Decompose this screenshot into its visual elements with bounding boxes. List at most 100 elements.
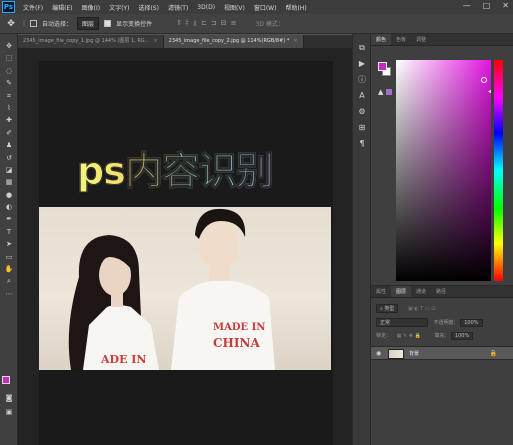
right-panels: 颜色 色板 调整 ▲ ◂ 属性 图层 通道 路径 ⌕ 类型 ▣ ◐ T ▭ ⊡ …: [370, 34, 513, 445]
brush-icon[interactable]: ✐: [0, 127, 18, 139]
align-icons: ⫪ ⫩ ⫫ ⊏ ⊐ ⊟ ≡: [177, 19, 236, 28]
tab-swatches[interactable]: 色板: [391, 34, 411, 45]
hue-slider-arrow-icon[interactable]: ◂: [488, 88, 491, 95]
menu-window[interactable]: 窗口(W): [254, 3, 277, 12]
color-picker-field[interactable]: [396, 60, 491, 281]
auto-select-checkbox[interactable]: [30, 20, 38, 27]
maximize-button[interactable]: □: [483, 1, 491, 10]
blur-icon[interactable]: ●: [0, 189, 18, 201]
photo-image: ADE IN MADE IN CHINA: [39, 207, 331, 370]
minimize-button[interactable]: —: [463, 1, 471, 10]
screen-mode-icon[interactable]: ▣: [0, 406, 18, 418]
adjust-panel-icon[interactable]: ⊞: [353, 120, 371, 136]
tab-close-icon[interactable]: ×: [153, 38, 157, 44]
lock-row: 锁定： ▦ ✎ ✥ 🔒 填充： 100%: [376, 332, 474, 340]
pen-icon[interactable]: ✒: [0, 213, 18, 225]
dodge-icon[interactable]: ◐: [0, 201, 18, 213]
layer-filter-select[interactable]: ⌕ 类型: [376, 304, 399, 313]
history-brush-icon[interactable]: ↺: [0, 152, 18, 164]
options-bar: ✥ | 自动选择： 图层 显示变换控件 ⫪ ⫩ ⫫ ⊏ ⊐ ⊟ ≡ 3D 模式：: [0, 14, 513, 34]
history-panel-icon[interactable]: ⧉: [353, 40, 371, 56]
marquee-icon[interactable]: ⬚: [0, 52, 18, 64]
foreground-color-swatch[interactable]: [2, 376, 10, 384]
info-panel-icon[interactable]: ⓘ: [353, 72, 371, 88]
tab-paths[interactable]: 路径: [431, 286, 451, 297]
menu-3d[interactable]: 3D(D): [197, 4, 215, 11]
actions-play-icon[interactable]: ▶: [353, 56, 371, 72]
menu-select[interactable]: 选择(S): [138, 3, 159, 12]
blend-mode-select[interactable]: 正常: [376, 318, 428, 327]
gradient-icon[interactable]: ▦: [0, 176, 18, 188]
layer-name: 背景: [409, 351, 420, 357]
gamut-swatch[interactable]: [386, 89, 392, 95]
layer-thumbnail: [388, 349, 404, 359]
distribute-icon[interactable]: ⊟: [221, 19, 227, 28]
menu-image[interactable]: 图像(I): [82, 3, 100, 12]
path-select-icon[interactable]: ➤: [0, 238, 18, 250]
align-center-icon[interactable]: ⊐: [211, 19, 217, 28]
menu-help[interactable]: 帮助(H): [285, 3, 306, 12]
canvas-area[interactable]: ADE IN MADE IN CHINA ps内容识别: [18, 48, 370, 445]
align-top-icon[interactable]: ⫪: [177, 19, 181, 28]
layers-panel-tabs: 属性 图层 通道 路径: [371, 286, 513, 298]
character-panel-icon[interactable]: A: [353, 88, 371, 104]
quick-select-icon[interactable]: ✎: [0, 77, 18, 89]
tab-color[interactable]: 颜色: [371, 34, 392, 45]
tab-adjustments[interactable]: 调整: [411, 34, 431, 45]
close-button[interactable]: ✕: [502, 1, 509, 10]
align-bottom-icon[interactable]: ⫫: [193, 19, 197, 28]
photoshop-logo: Ps: [2, 1, 15, 13]
healing-icon[interactable]: ✚: [0, 114, 18, 126]
fill-input[interactable]: 100%: [450, 332, 474, 340]
align-left-icon[interactable]: ⊏: [201, 19, 207, 28]
move-icon[interactable]: ✥: [0, 40, 18, 52]
photo-illustration: ADE IN MADE IN CHINA: [68, 208, 275, 370]
hue-slider[interactable]: [494, 60, 503, 281]
dock-column: ⧉ ▶ ⓘ A ⚙ ⊞ ¶: [352, 34, 370, 445]
menu-file[interactable]: 文件(F): [23, 3, 43, 12]
tab-document-1[interactable]: 2345_image_file_copy_1.jpg @ 144% (图层 1,…: [18, 35, 164, 48]
eye-icon[interactable]: ◉: [376, 350, 381, 357]
type-icon[interactable]: T: [0, 226, 18, 238]
layer-filter-row: ⌕ 类型 ▣ ◐ T ▭ ⊡: [376, 304, 435, 313]
shape-icon[interactable]: ▭: [0, 251, 18, 263]
document-tabs: 2345_image_file_copy_1.jpg @ 144% (图层 1,…: [18, 35, 370, 48]
tab-channels[interactable]: 通道: [411, 286, 431, 297]
menu-view[interactable]: 视图(V): [224, 3, 245, 12]
menu-filter[interactable]: 滤镜(T): [168, 3, 188, 12]
tab-close-icon[interactable]: ×: [293, 38, 297, 44]
distribute-h-icon[interactable]: ≡: [231, 19, 237, 28]
color-picker-marker[interactable]: [481, 77, 487, 83]
lasso-icon[interactable]: ◌: [0, 65, 18, 77]
tab-document-2[interactable]: 2345_image_file_copy_2.jpg @ 114%(RGB/8#…: [163, 35, 304, 48]
layer-background[interactable]: ◉ 背景 🔒: [371, 346, 513, 360]
properties-panel-icon[interactable]: ⚙: [353, 104, 371, 120]
move-tool-icon[interactable]: ✥: [4, 17, 18, 31]
menu-type[interactable]: 文字(Y): [109, 3, 129, 12]
stamp-icon[interactable]: ♟: [0, 139, 18, 151]
mode-3d-label: 3D 模式：: [255, 21, 284, 28]
tab-properties[interactable]: 属性: [371, 286, 391, 297]
svg-text:MADE IN: MADE IN: [213, 322, 265, 333]
menu-edit[interactable]: 编辑(E): [52, 3, 72, 12]
overlay-title: ps内容识别: [77, 149, 275, 194]
eraser-icon[interactable]: ◪: [0, 164, 18, 176]
panel-foreground-swatch[interactable]: [378, 62, 387, 71]
auto-select-dropdown[interactable]: 图层: [77, 17, 100, 30]
align-middle-icon[interactable]: ⫩: [185, 19, 189, 28]
tab-layers[interactable]: 图层: [391, 286, 412, 297]
auto-select-label: 自动选择：: [42, 21, 73, 28]
opacity-input[interactable]: 100%: [460, 319, 483, 327]
show-transform-label: 显示变换控件: [116, 21, 153, 28]
paragraph-panel-icon[interactable]: ¶: [353, 136, 371, 152]
more-tools-icon[interactable]: ⋯: [0, 288, 18, 300]
eyedropper-icon[interactable]: ⌇: [0, 102, 18, 114]
crop-icon[interactable]: ⌗: [0, 90, 18, 102]
lock-icons[interactable]: ▦ ✎ ✥ 🔒: [397, 333, 421, 339]
hand-icon[interactable]: ✋: [0, 263, 18, 275]
layers-panel: 属性 图层 通道 路径 ⌕ 类型 ▣ ◐ T ▭ ⊡ 正常 不透明度： 100%…: [371, 285, 513, 445]
show-transform-checkbox[interactable]: [104, 20, 112, 27]
filter-icons[interactable]: ▣ ◐ T ▭ ⊡: [408, 306, 435, 312]
zoom-icon[interactable]: ⌕: [0, 275, 18, 287]
quick-mask-icon[interactable]: ◙: [0, 392, 18, 404]
